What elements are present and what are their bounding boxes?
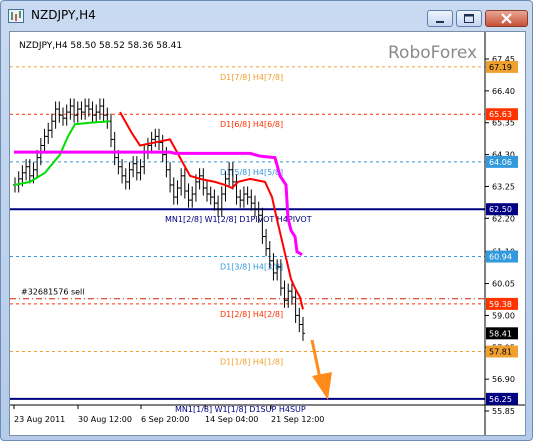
price-tick-label: 59.00 — [492, 311, 515, 320]
price-tick-label: 66.40 — [492, 87, 515, 96]
close-button[interactable] — [485, 10, 528, 27]
order-label: #32681576 sell — [21, 288, 85, 297]
maximize-button[interactable] — [456, 10, 482, 27]
current-price-text: 58.41 — [489, 329, 512, 338]
level-label: D1[6/8] H4[6/8] — [220, 120, 283, 129]
price-tick-label: 60.05 — [492, 280, 515, 289]
maximize-icon — [464, 14, 474, 23]
time-tick-label: 30 Aug 12:00 — [78, 415, 132, 424]
level-price-text: 59.38 — [489, 300, 512, 309]
level-price-text: 60.94 — [489, 253, 512, 262]
price-tick-label: 55.85 — [492, 407, 515, 416]
level-price-text: 67.19 — [489, 63, 512, 72]
level-label: D1[2/8] H4[2/8] — [220, 310, 283, 319]
price-tick-label: 63.25 — [492, 182, 515, 191]
level-price-text: 65.63 — [489, 110, 512, 119]
level-price-text: 64.06 — [489, 158, 512, 167]
price-tick-label: 62.20 — [492, 214, 515, 223]
minimize-button[interactable] — [427, 10, 453, 27]
level-label: D1[1/8] H4[1/8] — [220, 358, 283, 367]
forecast-arrow-head — [312, 372, 332, 400]
price-chart[interactable]: NZDJPY,H4 58.50 58.52 58.36 58.41 RoboFo… — [9, 31, 526, 436]
chart-window: NZDJPY,H4 NZDJPY,H4 58.50 58.52 58.36 58… — [0, 0, 533, 441]
watermark: RoboForex — [388, 43, 477, 63]
time-tick-label: 23 Aug 2011 — [14, 415, 65, 424]
level-label: D1[7/8] H4[7/8] — [220, 73, 283, 82]
chart-canvas[interactable]: NZDJPY,H4 58.50 58.52 58.36 58.41 RoboFo… — [10, 32, 525, 435]
window-title: NZDJPY,H4 — [31, 8, 96, 22]
chart-info: NZDJPY,H4 58.50 58.52 58.36 58.41 — [19, 41, 182, 51]
time-tick-label: 21 Sep 12:00 — [271, 415, 324, 424]
level-label: MN1[1/8] W1[1/8] D1SUP H4SUP — [175, 405, 306, 414]
level-price-text: 56.25 — [489, 395, 512, 404]
price-tick-label: 56.90 — [492, 375, 515, 384]
minimize-icon — [436, 21, 444, 23]
title-bar[interactable]: NZDJPY,H4 — [1, 1, 532, 31]
level-price-text: 57.81 — [489, 348, 512, 357]
chart-window-icon — [8, 9, 24, 23]
time-tick-label: 6 Sep 20:00 — [141, 415, 189, 424]
close-icon — [501, 13, 512, 24]
level-price-text: 62.50 — [489, 205, 512, 214]
time-tick-label: 14 Sep 04:00 — [205, 415, 258, 424]
